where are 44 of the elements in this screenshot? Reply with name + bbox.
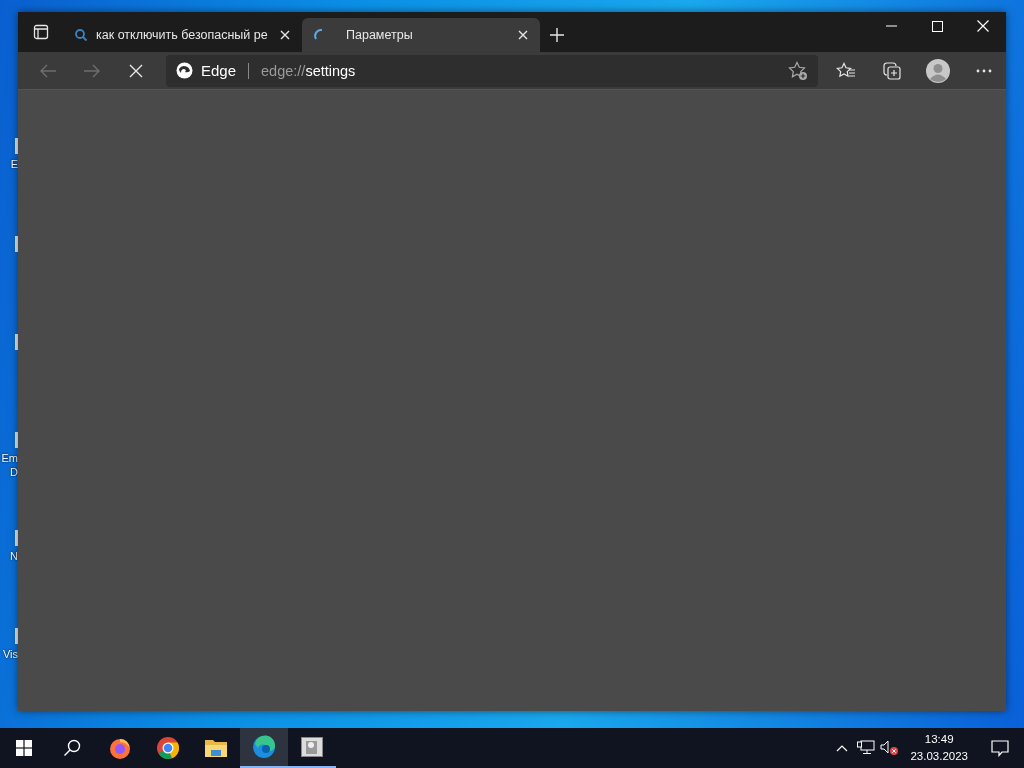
edge-logo-icon [176,62,193,79]
search-icon [63,739,81,757]
clock[interactable]: 13:49 23.03.2023 [902,731,976,765]
forward-arrow-icon [83,62,101,79]
add-favorite-icon[interactable] [788,60,808,81]
tab-title: как отключить безопасный ре [96,28,269,42]
more-icon [976,68,992,73]
search-icon [74,28,88,42]
desktop-icon-label: Vis [2,647,18,661]
minimize-icon [885,25,897,27]
plus-icon [549,27,565,43]
back-arrow-icon [39,62,57,79]
firefox-icon [108,736,132,760]
clock-date: 23.03.2023 [910,749,968,764]
maximize-icon [931,20,943,32]
network-icon [857,740,876,756]
desktop-icon-label: E [10,157,18,171]
address-bar[interactable]: Edge edge://settings [166,54,818,87]
avatar-icon [926,58,950,83]
site-label: Edge [201,62,237,79]
close-icon [977,20,989,32]
star-list-icon [836,61,856,80]
desktop-icon-label: D [10,465,18,479]
speaker-muted-icon [880,740,901,756]
folder-icon [204,737,228,759]
edge-icon [252,735,276,759]
chevron-up-icon [836,744,849,752]
desktop-icon-label: N [10,549,18,563]
speech-bubble-icon [991,739,1009,757]
clock-time: 13:49 [924,732,954,747]
tab-title: Параметры [345,28,414,42]
browser-tab[interactable]: Параметры [302,18,540,52]
tab-actions-icon [33,24,49,40]
window-thumbnail-icon [301,737,323,757]
close-icon [129,63,143,78]
taskbar-app-button[interactable] [240,728,288,768]
close-icon[interactable] [516,28,530,42]
windows-logo-icon [16,740,32,756]
url-text: edge://settings [261,62,356,79]
desktop-icon-label: Em [1,451,18,465]
collections-icon [883,61,901,80]
close-icon[interactable] [278,28,292,42]
browser-tab[interactable]: как отключить безопасный ре [64,18,302,52]
chrome-icon [156,736,180,760]
